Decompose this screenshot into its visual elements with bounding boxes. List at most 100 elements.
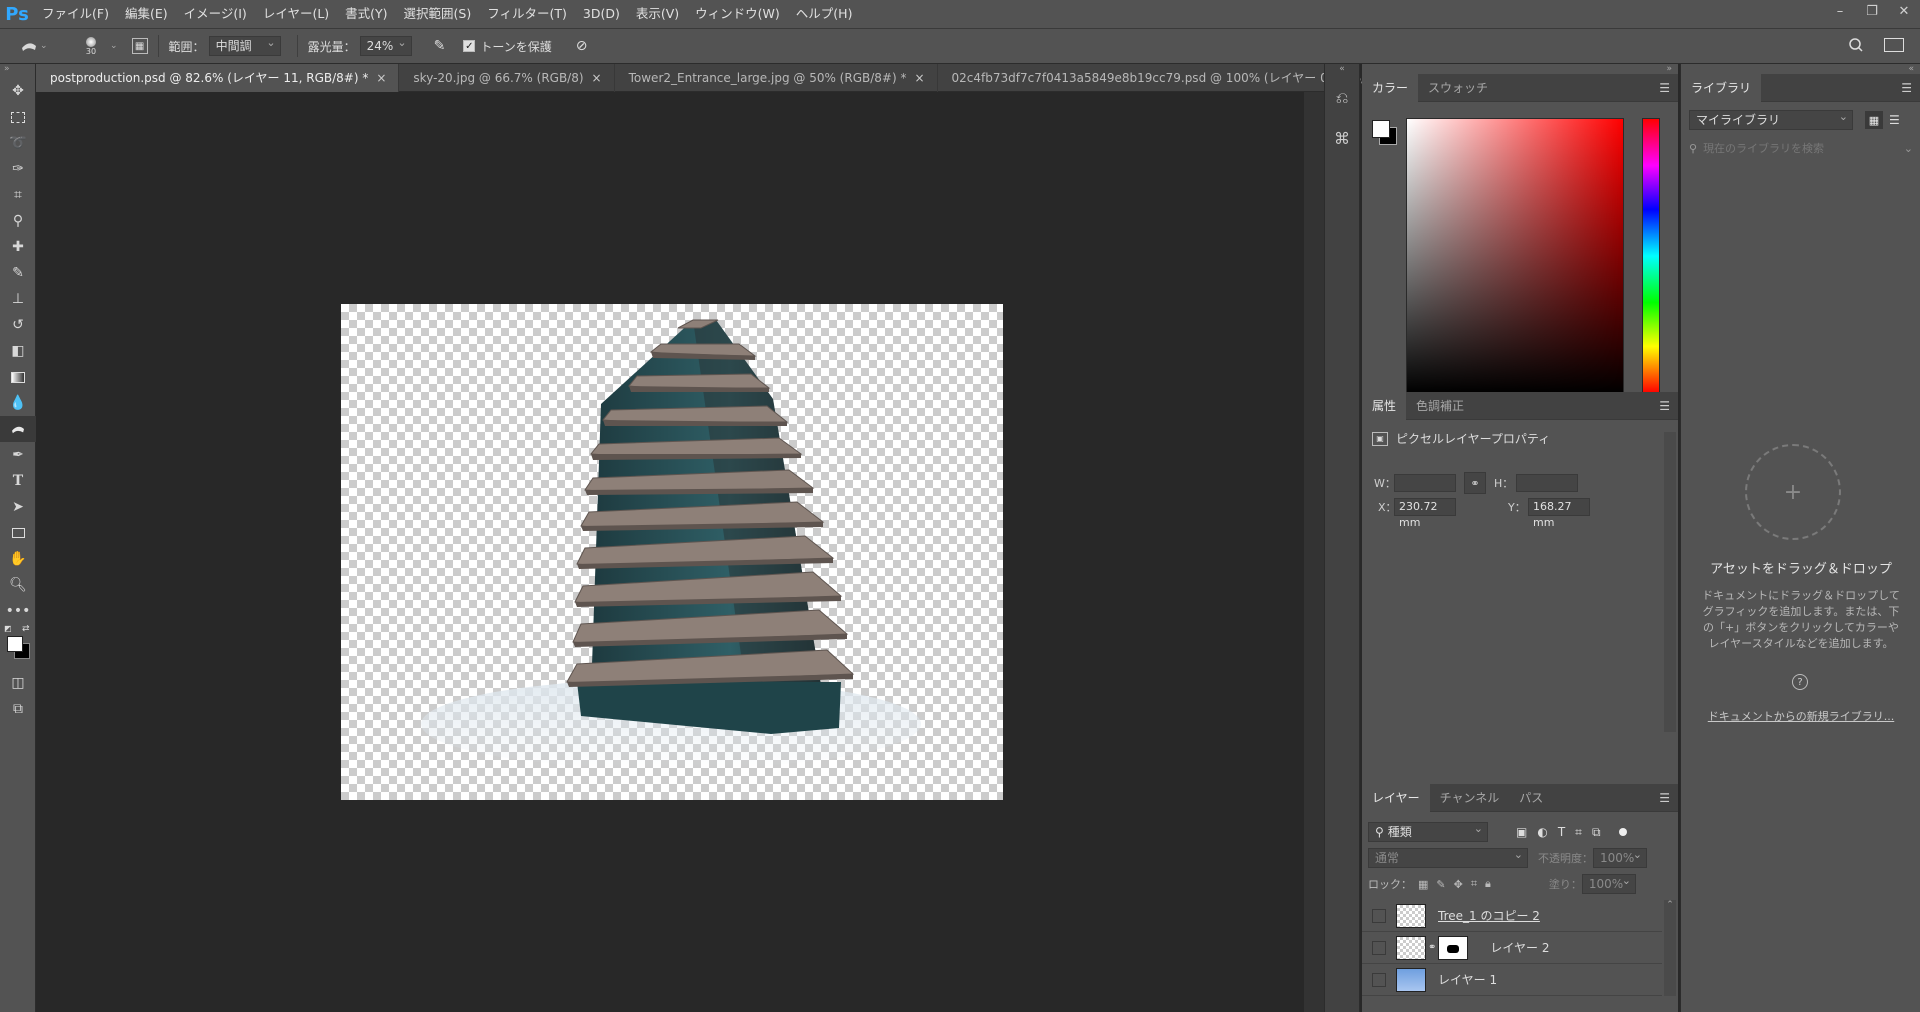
exposure-input[interactable]: 24%: [359, 34, 412, 56]
vertical-scrollbar[interactable]: [1304, 92, 1324, 1012]
close-window-button[interactable]: ✕: [1896, 4, 1912, 19]
lock-position-icon[interactable]: ✥: [1454, 878, 1463, 891]
range-select[interactable]: 中間調: [208, 34, 281, 56]
close-icon[interactable]: ×: [592, 71, 602, 85]
type-tool-icon[interactable]: T: [0, 468, 36, 494]
move-tool-icon[interactable]: ✥: [0, 78, 36, 104]
tab-tower2-entrance[interactable]: Tower2_Entrance_large.jpg @ 50% (RGB/8#)…: [615, 64, 938, 92]
close-icon[interactable]: ×: [376, 71, 386, 85]
lasso-tool-icon[interactable]: ➰: [0, 130, 36, 156]
workspace-switcher-icon[interactable]: [1884, 38, 1904, 52]
panel-menu-icon[interactable]: ☰: [1659, 399, 1670, 413]
tab-properties[interactable]: 属性: [1362, 391, 1407, 420]
height-input[interactable]: [1516, 474, 1578, 492]
filter-smart-object-icon[interactable]: ⧉: [1592, 825, 1601, 840]
tab-sky[interactable]: sky-20.jpg @ 66.7% (RGB/8) ×: [399, 64, 615, 92]
menu-help[interactable]: ヘルプ(H): [788, 0, 861, 28]
tool-preset-picker[interactable]: ⌄: [20, 39, 48, 53]
tab-swatches[interactable]: スウォッチ: [1418, 74, 1498, 102]
quick-selection-tool-icon[interactable]: ✑: [0, 156, 36, 182]
opacity-input[interactable]: 100%: [1593, 846, 1647, 868]
panel-collapse-icon[interactable]: »: [1362, 64, 1678, 74]
tab-color[interactable]: カラー: [1362, 73, 1419, 102]
panel-menu-icon[interactable]: ☰: [1901, 81, 1912, 95]
foreground-color-swatch[interactable]: [1372, 120, 1390, 138]
eyedropper-tool-icon[interactable]: ⚲: [0, 208, 36, 234]
brush-tool-icon[interactable]: ✎: [0, 260, 36, 286]
layer-row[interactable]: ⚭ レイヤー 2: [1362, 932, 1662, 964]
swap-colors-icon[interactable]: ⇄: [22, 624, 30, 634]
blur-tool-icon[interactable]: 💧: [0, 390, 36, 416]
color-swatches[interactable]: ◩ ⇄: [0, 624, 35, 664]
history-panel-icon[interactable]: ⎌: [1325, 78, 1359, 118]
menu-file[interactable]: ファイル(F): [34, 0, 117, 28]
clone-stamp-tool-icon[interactable]: ⊥: [0, 286, 36, 312]
menu-view[interactable]: 表示(V): [628, 0, 687, 28]
lock-artboard-icon[interactable]: ⌗: [1471, 877, 1477, 891]
airbrush-icon[interactable]: ✎: [434, 38, 446, 54]
panel-collapse-icon[interactable]: «: [1325, 64, 1359, 78]
document-canvas[interactable]: [341, 304, 1003, 800]
brush-settings-icon[interactable]: ⌘: [1325, 118, 1359, 158]
layer-name[interactable]: レイヤー 1: [1438, 971, 1497, 988]
filter-pixel-icon[interactable]: ▣: [1516, 825, 1527, 839]
path-selection-tool-icon[interactable]: ➤: [0, 494, 36, 520]
lock-transparency-icon[interactable]: ▦: [1418, 878, 1428, 891]
tab-paths[interactable]: パス: [1509, 784, 1553, 812]
tab-postproduction[interactable]: postproduction.psd @ 82.6% (レイヤー 11, RGB…: [36, 64, 400, 92]
crop-tool-icon[interactable]: ⌗: [0, 182, 36, 208]
layer-filter-select[interactable]: ⚲ 種類: [1368, 820, 1488, 842]
menu-window[interactable]: ウィンドウ(W): [687, 0, 788, 28]
menu-image[interactable]: イメージ(I): [176, 0, 255, 28]
menu-edit[interactable]: 編集(E): [117, 0, 176, 28]
visibility-toggle[interactable]: [1372, 940, 1386, 955]
lock-pixels-icon[interactable]: ✎: [1436, 878, 1445, 891]
layer-row[interactable]: Tree_1 のコピー 2: [1362, 900, 1662, 932]
protect-tones-checkbox[interactable]: ✓ トーンを保護: [463, 38, 552, 55]
filter-toggle-icon[interactable]: [1618, 828, 1627, 836]
link-dimensions-icon[interactable]: ⚭: [1464, 472, 1486, 494]
zoom-tool-icon[interactable]: 🔍︎: [0, 572, 36, 598]
new-library-from-document-link[interactable]: ドキュメントからの新規ライブラリ...: [1689, 708, 1913, 724]
burn-tool-icon[interactable]: [0, 416, 36, 442]
help-icon[interactable]: ?: [1792, 674, 1808, 690]
library-search-field[interactable]: ⚲ 現在のライブラリを検索 ⌄: [1689, 138, 1913, 158]
hue-slider[interactable]: [1642, 118, 1660, 394]
tab-channels[interactable]: チャンネル: [1430, 784, 1510, 812]
chevron-down-icon[interactable]: ⌄: [1904, 142, 1913, 155]
restore-button[interactable]: ❐: [1864, 4, 1880, 19]
default-colors-icon[interactable]: ◩: [4, 624, 12, 633]
foreground-color-swatch[interactable]: [7, 636, 23, 652]
saturation-value-field[interactable]: [1406, 118, 1624, 394]
tab-layers[interactable]: レイヤー: [1362, 783, 1430, 812]
eraser-tool-icon[interactable]: ◧: [0, 338, 36, 364]
menu-type[interactable]: 書式(Y): [337, 0, 395, 28]
brush-size-picker[interactable]: 30: [76, 31, 106, 61]
close-icon[interactable]: ×: [914, 71, 924, 85]
layer-mask-thumbnail[interactable]: [1438, 935, 1469, 960]
search-icon[interactable]: [1848, 37, 1864, 56]
blend-mode-select[interactable]: 通常: [1368, 846, 1528, 868]
layer-row[interactable]: レイヤー 1: [1362, 964, 1662, 996]
fill-input[interactable]: 100%: [1581, 872, 1636, 894]
layers-scrollbar[interactable]: ⌃: [1664, 900, 1676, 996]
canvas-area[interactable]: [36, 92, 1324, 1012]
lock-all-icon[interactable]: 🔒︎: [1485, 877, 1491, 891]
panel-collapse-icon[interactable]: «: [1681, 64, 1920, 74]
quick-mask-icon[interactable]: ◫: [0, 670, 36, 696]
properties-scrollbar[interactable]: [1664, 432, 1676, 732]
layer-name[interactable]: レイヤー 2: [1490, 939, 1549, 956]
library-select[interactable]: マイライブラリ: [1689, 108, 1853, 130]
chevron-down-icon[interactable]: ⌄: [110, 41, 118, 51]
list-view-icon[interactable]: ☰: [1889, 113, 1900, 127]
layer-name[interactable]: Tree_1 のコピー 2: [1438, 907, 1540, 924]
grid-view-icon[interactable]: ▦: [1865, 111, 1883, 129]
filter-adjustment-icon[interactable]: ◐: [1537, 825, 1547, 839]
visibility-toggle[interactable]: [1372, 908, 1386, 923]
gradient-tool-icon[interactable]: [0, 364, 36, 390]
healing-brush-tool-icon[interactable]: ✚: [0, 234, 36, 260]
panel-menu-icon[interactable]: ☰: [1659, 791, 1670, 805]
history-brush-tool-icon[interactable]: ↺: [0, 312, 36, 338]
tab-adjustments[interactable]: 色調補正: [1406, 392, 1474, 420]
pen-tool-icon[interactable]: ✒: [0, 442, 36, 468]
